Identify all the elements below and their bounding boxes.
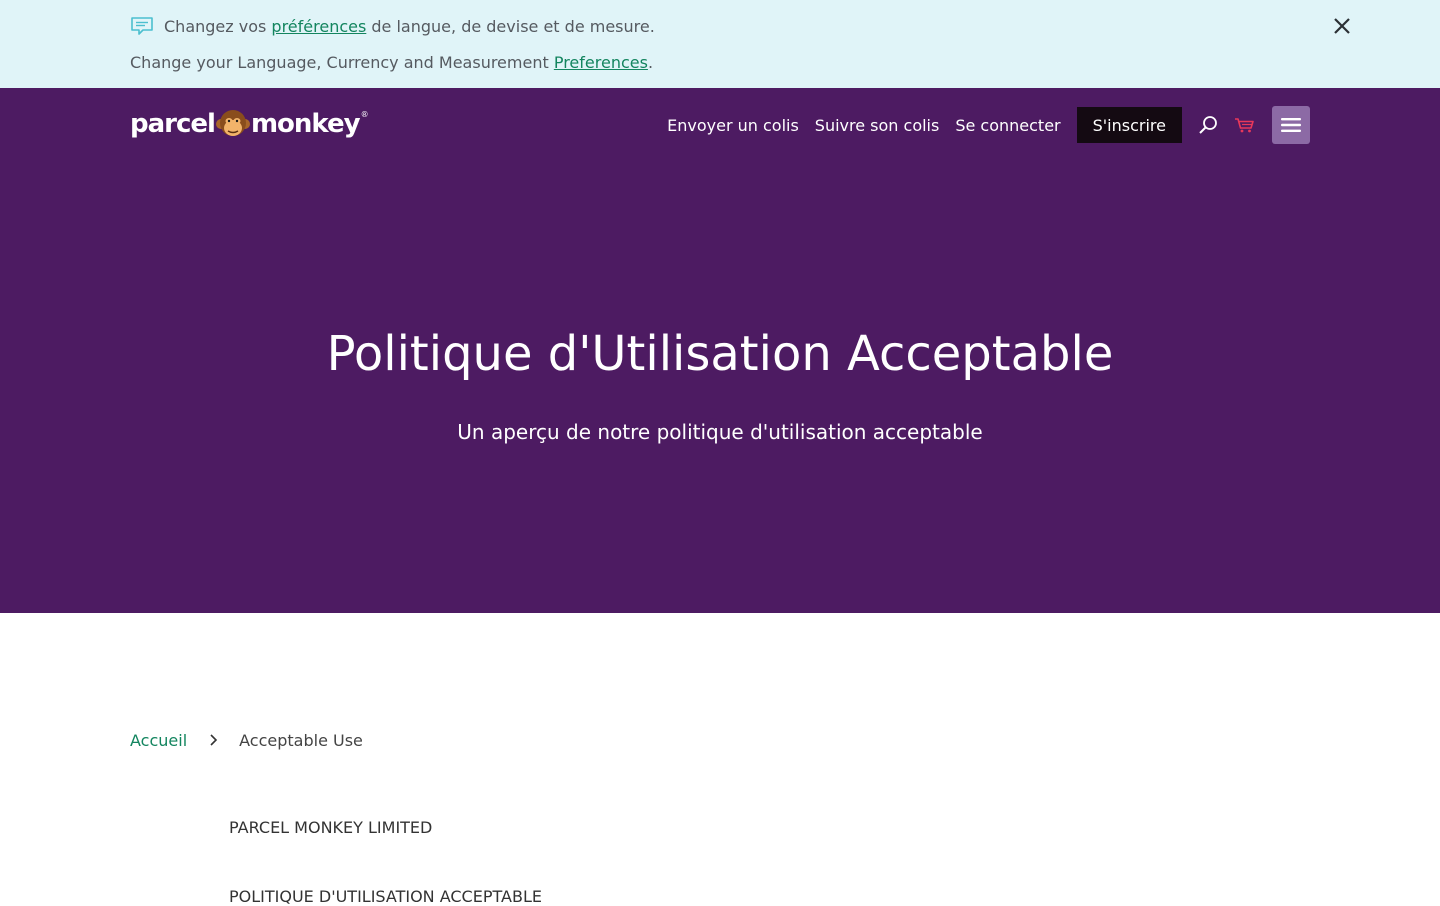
registered-mark: ® [360,110,369,119]
breadcrumb-home-link[interactable]: Accueil [130,731,187,750]
notice-fr-prefix: Changez vos [164,16,272,36]
main-nav: Envoyer un colis Suivre son colis Se con… [651,106,1310,144]
document-company-name: PARCEL MONKEY LIMITED [229,818,433,837]
breadcrumb-current: Acceptable Use [239,730,363,750]
logo-text-right: monkey [250,109,361,139]
chevron-right-icon [187,728,239,752]
logo-text-left: parcel [130,109,216,139]
menu-button[interactable] [1272,106,1310,144]
page-title: Politique d'Utilisation Acceptable [326,326,1114,382]
notice-fr-suffix: de langue, de devise et de mesure. [366,16,655,36]
close-icon [1334,18,1350,34]
notice-line-fr: Changez vos préférences de langue, de de… [130,14,655,38]
preferences-link-fr[interactable]: préférences [271,17,366,36]
hero-section: parcel monkey ® Envoyer un colis Suivre … [0,88,1440,613]
cart-icon[interactable] [1234,115,1256,135]
nav-login[interactable]: Se connecter [955,116,1060,135]
notice-en-suffix: . [647,52,654,72]
document-heading: POLITIQUE D'UTILISATION ACCEPTABLE [229,887,542,906]
close-notice-button[interactable] [1330,14,1354,38]
menu-icon [1281,118,1301,132]
monkey-icon [215,106,250,142]
signup-button[interactable]: S'inscrire [1076,107,1182,143]
notice-line-en: Change your Language, Currency and Measu… [130,50,653,74]
preferences-link-en[interactable]: Preferences [554,53,648,72]
parcel-monkey-logo[interactable]: parcel monkey ® [130,104,369,144]
page-subtitle: Un aperçu de notre politique d'utilisati… [457,420,983,444]
search-icon[interactable] [1198,115,1218,135]
nav-track-parcel[interactable]: Suivre son colis [815,116,940,135]
nav-send-parcel[interactable]: Envoyer un colis [667,116,799,135]
breadcrumb: Accueil Acceptable Use [130,728,363,752]
notice-en-prefix: Change your Language, Currency and Measu… [130,52,554,72]
preferences-notice: Changez vos préférences de langue, de de… [0,0,1440,88]
message-icon [130,14,154,38]
